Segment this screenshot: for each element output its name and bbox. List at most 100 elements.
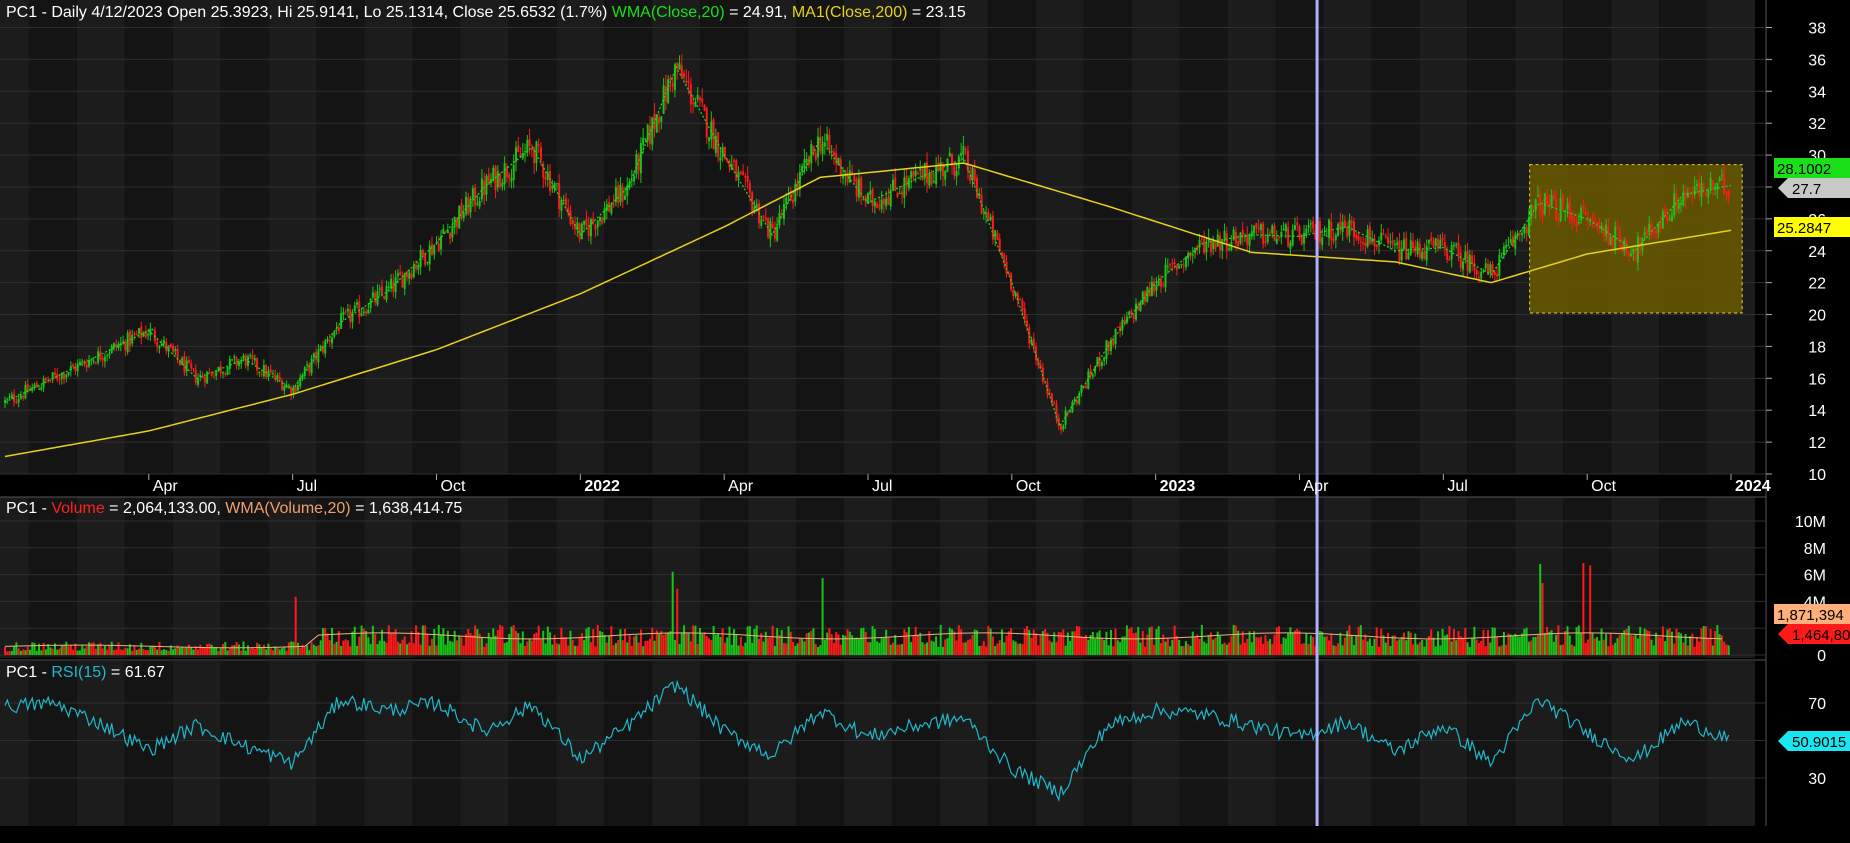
- candle-body: [256, 358, 259, 371]
- candle-body: [723, 146, 726, 159]
- volume-bar: [76, 650, 79, 655]
- volume-bar: [113, 650, 116, 655]
- volume-bar: [1434, 646, 1437, 655]
- candle-body: [832, 151, 835, 156]
- volume-bar: [1134, 632, 1137, 655]
- volume-bar: [197, 649, 200, 655]
- volume-bar: [1348, 625, 1351, 655]
- price-tick-label: 24: [1808, 244, 1826, 261]
- volume-bar: [669, 631, 672, 655]
- candle-body: [1234, 231, 1237, 244]
- volume-bar: [655, 630, 658, 655]
- volume-bar: [537, 625, 540, 655]
- candle-body: [862, 198, 865, 200]
- volume-bar: [285, 650, 288, 655]
- volume-bar: [603, 634, 606, 655]
- candle-body: [703, 104, 706, 111]
- volume-bar: [1373, 638, 1376, 655]
- candle-body: [1262, 223, 1265, 244]
- volume-bar: [344, 639, 347, 655]
- volume-bar: [780, 630, 783, 655]
- candle-body: [226, 367, 229, 375]
- candle-body: [310, 358, 313, 374]
- volume-bar: [1509, 634, 1512, 655]
- volume-bar: [1171, 640, 1174, 655]
- candle-body: [1680, 202, 1683, 205]
- volume-bar: [276, 648, 279, 655]
- volume-bar: [1473, 626, 1476, 655]
- candle-body: [887, 197, 890, 205]
- volume-bar: [524, 645, 527, 655]
- candle-body: [1500, 252, 1503, 254]
- candle-body: [1228, 248, 1231, 250]
- volume-header-prefix: PC1 -: [6, 500, 51, 517]
- volume-bar: [335, 641, 338, 655]
- volume-bar: [1146, 634, 1149, 655]
- volume-bar: [340, 645, 343, 655]
- candle-body: [469, 198, 472, 213]
- candle-body: [374, 292, 377, 303]
- volume-bar: [748, 626, 751, 655]
- volume-bar: [1511, 636, 1514, 655]
- volume-bar: [446, 630, 449, 655]
- candle-body: [281, 380, 284, 391]
- candle-body: [1405, 237, 1408, 260]
- candle-body: [1539, 194, 1542, 211]
- volume-bar: [69, 645, 72, 655]
- price-tick-label: 12: [1808, 435, 1826, 452]
- volume-bar: [108, 645, 111, 655]
- candle-body: [882, 198, 885, 205]
- volume-bar: [219, 648, 222, 655]
- wma-value: = 24.91,: [725, 4, 792, 21]
- candle-body: [455, 218, 458, 228]
- panel-stripe: [364, 661, 413, 826]
- candle-body: [512, 164, 515, 180]
- volume-bar: [85, 646, 88, 655]
- volume-bar: [648, 638, 651, 655]
- volume-bar: [1723, 641, 1726, 655]
- candle-body: [1350, 220, 1353, 223]
- candle-body: [785, 197, 788, 205]
- candle-body: [733, 160, 736, 163]
- volume-bar: [435, 645, 438, 655]
- volume-bar: [499, 624, 502, 655]
- candle-body: [1264, 241, 1267, 243]
- volume-bar: [1543, 632, 1546, 655]
- volume-bar: [642, 646, 645, 655]
- candle-body: [408, 272, 411, 279]
- candle-body: [1566, 203, 1569, 210]
- candle-body: [53, 372, 56, 376]
- panel-stripe: [604, 0, 653, 474]
- candle-body: [1153, 281, 1156, 292]
- volume-bar: [726, 637, 729, 655]
- volume-tick-label: 8M: [1804, 541, 1826, 558]
- ma-label: MA1(Close,200): [792, 4, 908, 21]
- volume-bar: [867, 642, 869, 655]
- candle-body: [63, 373, 66, 380]
- volume-bar: [1121, 636, 1124, 655]
- volume-bar: [1203, 641, 1206, 655]
- candle-body: [760, 219, 763, 226]
- candle-body: [367, 309, 370, 314]
- volume-bar: [183, 648, 186, 655]
- volume-bar: [1532, 637, 1535, 655]
- candle-body: [317, 349, 320, 363]
- candle-body: [1693, 186, 1696, 195]
- volume-bar: [1400, 637, 1403, 655]
- volume-bar: [1248, 631, 1251, 655]
- volume-bar: [839, 644, 842, 655]
- volume-bar: [312, 644, 315, 655]
- volume-bar: [853, 637, 856, 655]
- volume-bar: [1523, 628, 1526, 655]
- volume-bar: [1246, 638, 1249, 655]
- wma-label: WMA(Close,20): [612, 4, 725, 21]
- volume-bar: [703, 632, 706, 655]
- volume-bar: [174, 648, 177, 655]
- candle-body: [190, 363, 193, 369]
- candle-body: [1430, 237, 1433, 242]
- panel-stripe: [844, 0, 892, 474]
- volume-bar: [1330, 634, 1333, 655]
- candle-body: [973, 169, 976, 181]
- volume-bar: [306, 645, 309, 655]
- volume-bar: [1368, 638, 1371, 655]
